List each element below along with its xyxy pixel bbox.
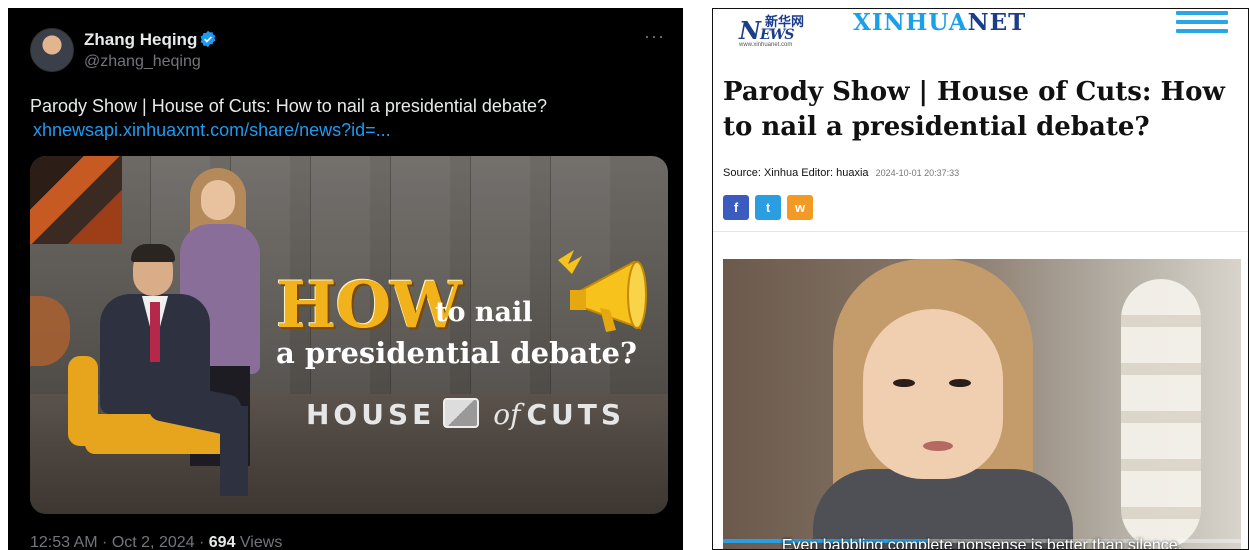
megaphone-icon bbox=[558, 250, 647, 332]
share-weibo-icon[interactable]: w bbox=[787, 195, 813, 220]
article-headline: Parody Show | House of Cuts: How to nail… bbox=[723, 77, 1225, 142]
man-figure bbox=[131, 244, 175, 262]
xinhuanet-brand[interactable]: XINHUANET bbox=[853, 9, 1026, 36]
dice-icon bbox=[443, 398, 480, 428]
video-subtitle: Even babbling complete nonsense is bette… bbox=[781, 537, 1183, 550]
author-handle[interactable]: @zhang_heqing bbox=[84, 53, 201, 71]
article-page: NEWS 新华网 www.xinhuanet.com XINHUANET Par… bbox=[712, 8, 1249, 550]
views-count: 694 bbox=[208, 534, 236, 550]
video-player[interactable]: Even babbling complete nonsense is bette… bbox=[723, 259, 1241, 550]
side-lamp bbox=[30, 296, 70, 366]
divider bbox=[713, 231, 1248, 232]
article-source: Source: Xinhua Editor: huaxia bbox=[723, 167, 869, 179]
verified-badge-icon bbox=[200, 30, 216, 48]
background-lamp bbox=[1121, 279, 1201, 549]
hamburger-menu-icon[interactable] bbox=[1176, 11, 1228, 33]
woman-figure bbox=[201, 180, 235, 220]
logo-cuts: CUTS bbox=[526, 398, 626, 431]
author-avatar[interactable] bbox=[30, 28, 74, 72]
logo-of: of bbox=[493, 398, 521, 431]
xinhua-news-logo[interactable]: NEWS 新华网 www.xinhuanet.com bbox=[725, 11, 805, 49]
house-of-cuts-logo: HOUSE of CUTS bbox=[306, 398, 625, 431]
presenter-figure bbox=[863, 309, 1003, 479]
article-date: 2024-10-01 20:37:33 bbox=[875, 168, 960, 178]
presenter-figure bbox=[923, 441, 953, 451]
image-title-how: HOW bbox=[276, 268, 462, 343]
presenter-figure bbox=[893, 379, 915, 387]
article-byline: Source: Xinhua Editor: huaxia 2024-10-01… bbox=[723, 167, 959, 179]
author-name[interactable]: Zhang Heqing bbox=[84, 30, 197, 50]
wall-artwork bbox=[30, 156, 122, 244]
logo-url: www.xinhuanet.com bbox=[739, 42, 793, 48]
image-title-line2: a presidential debate? bbox=[276, 336, 637, 370]
man-figure bbox=[220, 406, 248, 496]
more-options-icon[interactable]: ··· bbox=[644, 26, 665, 47]
tweet-card: Zhang Heqing @zhang_heqing ··· Parody Sh… bbox=[8, 8, 683, 550]
share-facebook-icon[interactable]: f bbox=[723, 195, 749, 220]
presenter-figure bbox=[949, 379, 971, 387]
views-label: Views bbox=[239, 534, 283, 550]
man-figure bbox=[150, 302, 160, 362]
tweet-time[interactable]: 12:53 AM · Oct 2, 2024 · bbox=[30, 534, 209, 550]
image-title-to-nail: to nail bbox=[435, 297, 533, 328]
logo-chinese-text: 新华网 bbox=[765, 15, 805, 30]
tweet-media-image[interactable]: HOW to nail a presidential debate? HOUSE… bbox=[30, 156, 668, 514]
tweet-text: Parody Show | House of Cuts: How to nail… bbox=[30, 96, 547, 116]
tweet-meta: 12:53 AM · Oct 2, 2024 · 694 Views bbox=[30, 534, 282, 550]
tweet-link[interactable]: xhnewsapi.xinhuaxmt.com/share/news?id=..… bbox=[33, 120, 391, 141]
share-twitter-icon[interactable]: t bbox=[755, 195, 781, 220]
logo-house: HOUSE bbox=[306, 398, 436, 431]
